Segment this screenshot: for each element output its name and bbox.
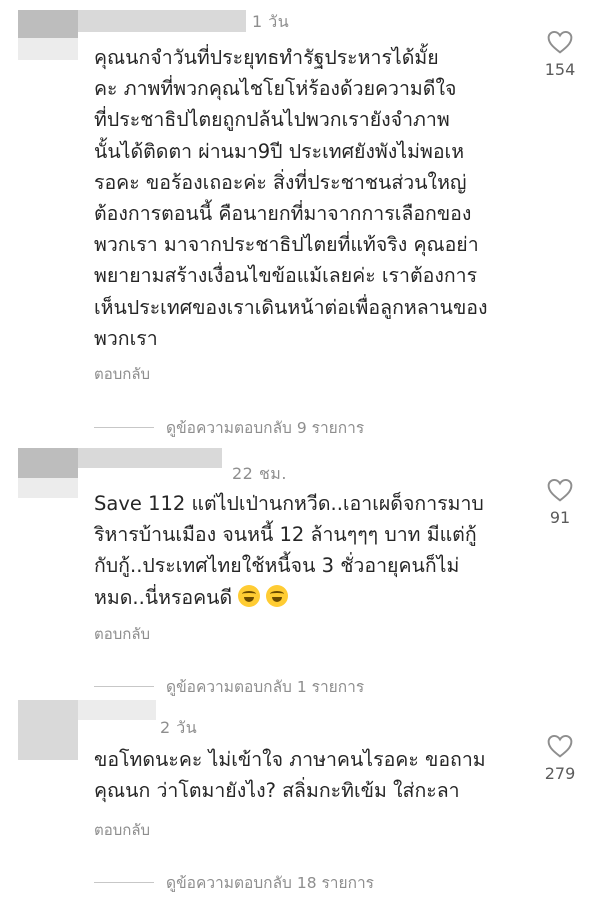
like-count: 91 — [549, 508, 571, 527]
redacted-username — [78, 10, 246, 32]
like-button[interactable]: 91 — [540, 478, 580, 527]
reply-button[interactable]: ตอบกลับ — [94, 362, 150, 386]
like-count: 279 — [544, 764, 576, 783]
replies-divider — [94, 882, 154, 883]
face-with-tears-of-joy-icon — [238, 584, 261, 607]
redacted-username — [78, 448, 222, 468]
like-button[interactable]: 279 — [540, 734, 580, 783]
comment-2: 22 ชม. Save 112 แต่ไปเป่านกหวีด..เอาเผด็… — [0, 440, 600, 696]
comment-time: 1 วัน — [252, 12, 290, 31]
comment-3: 2 วัน ขอโทดนะคะ ไม่เข้าใจ ภาษาคนไรอคะ ขอ… — [0, 700, 600, 912]
view-replies-button[interactable]: ดูข้อความตอบกลับ 1 รายการ — [94, 674, 364, 699]
reply-button[interactable]: ตอบกลับ — [94, 622, 150, 646]
redacted-avatar — [18, 700, 78, 760]
view-replies-button[interactable]: ดูข้อความตอบกลับ 18 รายการ — [94, 870, 374, 895]
view-replies-label: ดูข้อความตอบกลับ 1 รายการ — [166, 678, 365, 696]
redacted-avatar-lower — [18, 38, 78, 60]
view-replies-label: ดูข้อความตอบกลับ 18 รายการ — [166, 874, 375, 892]
redacted-username — [78, 700, 156, 720]
replies-divider — [94, 427, 154, 428]
comment-text: คุณนกจำวันที่ประยุทธทำรัฐประหารได้มั้ย ค… — [94, 46, 488, 350]
redacted-avatar-lower — [18, 478, 78, 498]
comment-text: ขอโทดนะคะ ไม่เข้าใจ ภาษาคนไรอคะ ขอถาม คุ… — [94, 748, 486, 803]
heart-outline-icon — [547, 734, 573, 758]
comment-1: 1 วัน คุณนกจำวันที่ประยุทธทำรัฐประหารได้… — [0, 0, 600, 440]
comment-text: Save 112 แต่ไปเป่านกหวีด..เอาเผด็จการมาบ… — [94, 488, 534, 613]
comment-text-content: Save 112 แต่ไปเป่านกหวีด..เอาเผด็จการมาบ… — [94, 492, 484, 609]
face-with-tears-of-joy-icon — [266, 584, 289, 607]
redacted-avatar — [18, 448, 78, 478]
redacted-avatar — [18, 10, 78, 38]
comment-time: 2 วัน — [160, 718, 198, 737]
reply-button[interactable]: ตอบกลับ — [94, 818, 150, 842]
replies-divider — [94, 686, 154, 687]
heart-outline-icon — [547, 30, 573, 54]
like-count: 154 — [544, 60, 576, 79]
view-replies-button[interactable]: ดูข้อความตอบกลับ 9 รายการ — [94, 415, 364, 440]
comment-time: 22 ชม. — [232, 464, 287, 483]
view-replies-label: ดูข้อความตอบกลับ 9 รายการ — [166, 419, 365, 437]
heart-outline-icon — [547, 478, 573, 502]
like-button[interactable]: 154 — [540, 30, 580, 79]
